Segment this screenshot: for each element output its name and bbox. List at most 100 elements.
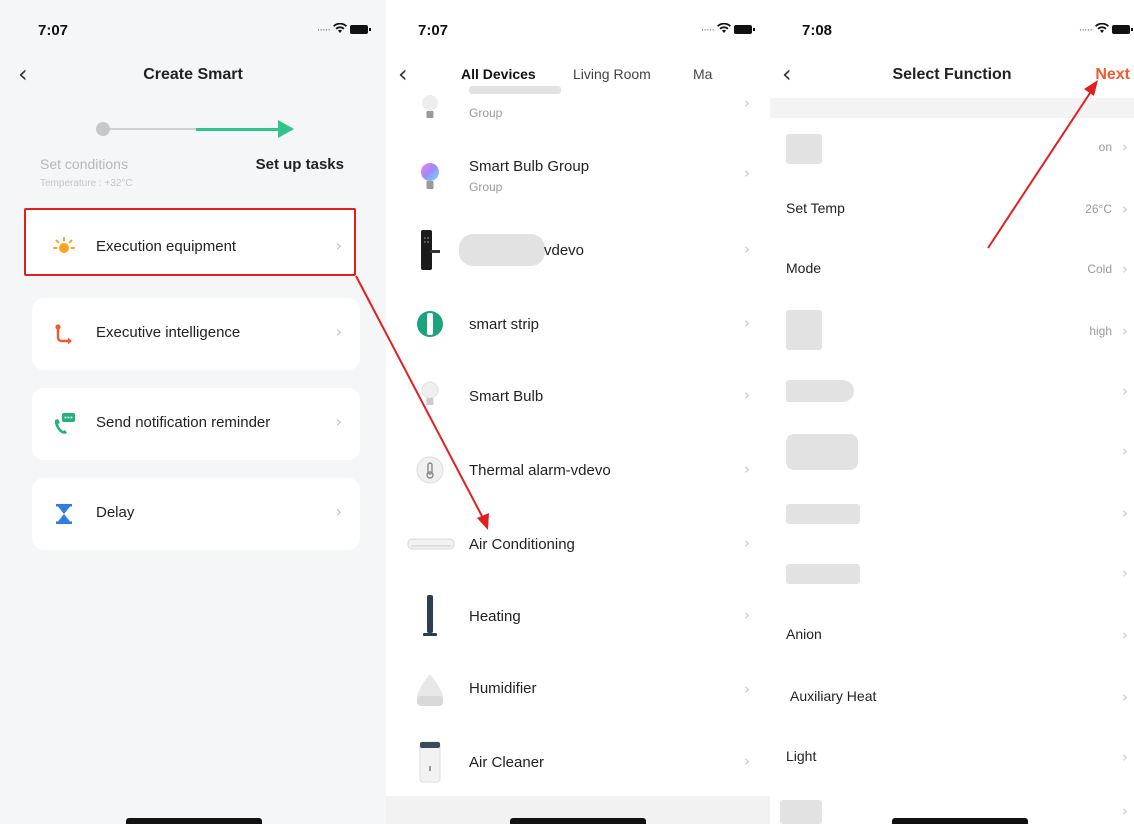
device-row[interactable]: Smart Bulb Group Group › [386,142,770,214]
card-delay[interactable]: Delay › [32,478,360,550]
card-label: Execution equipment [96,238,237,255]
function-label: Anion [786,626,822,642]
step-condition-summary: Temperature : +32°C [40,178,133,189]
card-label: Executive intelligence [96,324,241,341]
function-label-obscured [786,434,858,470]
device-name: Smart Bulb [469,388,544,405]
function-row[interactable]: high › [770,302,1134,362]
chevron-right-icon: › [1122,504,1128,522]
signal-icon: ····· [1078,23,1093,36]
strip-icon [408,300,452,348]
device-row[interactable]: Air Cleaner › [386,726,770,798]
device-row[interactable]: vdevo › [386,214,770,286]
chevron-right-icon: › [744,386,750,404]
function-label: Mode [786,260,822,276]
color-bulb-icon [408,154,452,202]
chevron-right-icon: › [744,752,750,770]
function-label-obscured [786,564,860,584]
function-row[interactable]: › [770,544,1134,604]
chevron-right-icon: › [335,502,342,521]
home-indicator [892,818,1028,824]
device-row[interactable]: Heating › [386,580,770,652]
function-value: 26°C [1085,202,1112,216]
chevron-right-icon: › [744,314,750,332]
card-send-notification[interactable]: Send notification reminder › [32,388,360,460]
function-row[interactable]: Anion › [770,606,1134,666]
chevron-right-icon: › [335,236,342,255]
device-sub: Group [469,180,503,194]
page-title: Select Function [892,66,1012,83]
door-lock-icon [408,226,452,274]
step-line-done [110,128,196,130]
function-value: on [1098,140,1112,154]
function-label: Auxiliary Heat [790,688,877,704]
heater-icon [408,592,452,640]
device-name: Air Cleaner [469,754,545,771]
device-row[interactable]: Smart Bulb › [386,360,770,432]
step-dot [96,122,110,136]
function-value: Cold [1087,262,1112,276]
step-set-up-tasks: Set up tasks [255,156,344,173]
wifi-icon [1095,22,1109,37]
card-execution-equipment[interactable]: Execution equipment › [32,212,360,284]
device-name: Thermal alarm-vdevo [469,462,611,479]
card-label: Delay [96,504,135,521]
phone-message-icon [52,412,76,436]
function-row[interactable]: on › [770,118,1134,178]
device-name: vdevo [544,242,585,259]
device-row[interactable]: Air Conditioning › [386,508,770,580]
status-time: 7:08 [802,22,833,39]
chevron-right-icon: › [1122,748,1128,766]
nav-bar: ‹ Create Smart [0,58,386,94]
function-label-obscured [786,310,822,350]
home-indicator [126,818,262,824]
hourglass-icon [52,502,76,526]
chevron-right-icon: › [744,680,750,698]
branch-icon [52,322,76,346]
chevron-right-icon: › [1122,382,1128,400]
page-title: Create Smart [143,66,243,83]
status-bar: 7:07 ····· [386,0,770,52]
sun-icon [52,236,76,260]
function-row[interactable]: Mode Cold › [770,240,1134,300]
function-row[interactable]: › [770,484,1134,544]
card-executive-intelligence[interactable]: Executive intelligence › [32,298,360,370]
chevron-right-icon: › [1122,322,1128,340]
step-progress [96,118,296,140]
function-row[interactable]: Light › [770,728,1134,788]
chevron-right-icon: › [744,94,750,112]
device-row[interactable]: Humidifier › [386,654,770,726]
chevron-right-icon: › [744,240,750,258]
chevron-right-icon: › [1122,442,1128,460]
device-name: smart strip [469,316,540,333]
function-row[interactable]: Auxiliary Heat › [770,668,1134,728]
status-time: 7:07 [418,22,449,39]
chevron-right-icon: › [1122,200,1128,218]
function-row[interactable]: Set Temp 26°C › [770,180,1134,240]
function-row[interactable]: › [770,422,1134,482]
status-bar: 7:07 ····· [0,0,386,52]
function-label-obscured [786,504,860,524]
chevron-right-icon: › [335,412,342,431]
air-purifier-icon [408,738,452,786]
device-row[interactable]: Thermal alarm-vdevo › [386,434,770,506]
nav-bar: ‹ Select Function [770,58,1134,94]
status-time: 7:07 [38,22,69,39]
step-line-current [196,128,282,131]
chevron-right-icon: › [744,460,750,478]
function-row[interactable]: › [770,362,1134,422]
status-icons: ····· [317,22,371,37]
device-name-obscured [459,234,545,266]
chevron-right-icon: › [1122,138,1128,156]
function-label-obscured [786,380,854,402]
device-row[interactable]: smart strip › [386,288,770,360]
chevron-right-icon: › [1122,626,1128,644]
status-icons: ····· [700,22,755,37]
status-icons: ····· [1078,22,1133,37]
signal-icon: ····· [700,23,715,36]
device-row[interactable]: Group › [386,80,770,132]
next-button[interactable]: Next [1095,66,1130,84]
battery-icon [350,25,371,34]
home-indicator [510,818,646,824]
status-bar: 7:08 ····· [770,0,1134,52]
